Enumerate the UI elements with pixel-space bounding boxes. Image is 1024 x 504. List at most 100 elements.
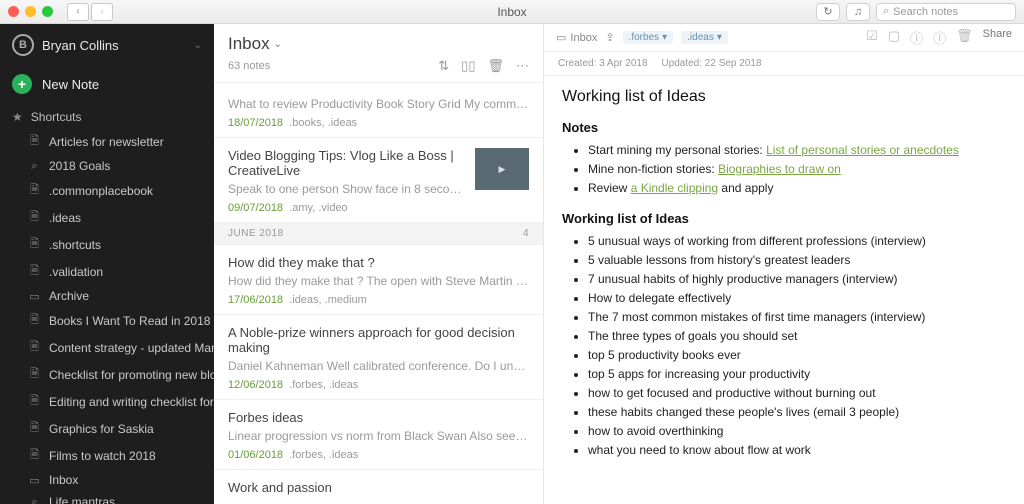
list-item[interactable]: 7 unusual habits of highly productive ma… <box>588 272 1006 286</box>
search-icon: ⌕ <box>883 5 889 18</box>
search-input[interactable]: ⌕ Search notes <box>876 3 1016 21</box>
shortcuts-label: Shortcuts <box>31 110 82 124</box>
list-item[interactable]: 5 valuable lessons from history's greate… <box>588 253 1006 267</box>
account-switcher[interactable]: B Bryan Collins ⌄ <box>0 24 214 66</box>
list-item[interactable]: The three types of goals you should set <box>588 329 1006 343</box>
note-icon: 🗎 <box>28 365 41 384</box>
sidebar-item[interactable]: 🗎Editing and writing checklist for… <box>0 388 214 415</box>
list-item[interactable]: top 5 productivity books ever <box>588 348 1006 362</box>
sidebar-item[interactable]: 🗎 Graphics for Saskia <box>0 415 214 442</box>
sidebar-item[interactable]: ▭Inbox <box>0 469 214 491</box>
updated-date: Updated: 22 Sep 2018 <box>661 58 761 69</box>
sidebar-item[interactable]: 🗎.validation <box>0 258 214 285</box>
note-link[interactable]: List of personal stories or anecdotes <box>766 143 959 157</box>
nav-back-button[interactable]: ‹ <box>67 3 89 21</box>
maximize-window-icon[interactable] <box>42 6 53 17</box>
sync-button[interactable]: ↻ <box>816 3 840 21</box>
chevron-down-icon[interactable]: ⌄ <box>274 39 282 50</box>
list-item[interactable]: Review a Kindle clipping and apply <box>588 181 1006 195</box>
sidebar-item-label: Graphics for Saskia <box>49 422 154 436</box>
sort-button[interactable]: ⇅ <box>438 58 449 74</box>
reminder-icon[interactable]: ☑ <box>866 28 878 47</box>
list-item[interactable]: How to delegate effectively <box>588 291 1006 305</box>
note-count: 63 notes <box>228 60 270 72</box>
note-item-tags: .forbes, .ideas <box>289 449 358 461</box>
note-list-item[interactable]: Work and passion <box>214 470 543 504</box>
more-options-button[interactable]: ⋯ <box>516 58 529 74</box>
present-icon[interactable]: ▢ <box>888 28 900 47</box>
note-list-item[interactable]: A Noble-prize winners approach for good … <box>214 315 543 400</box>
sidebar-item-label: .shortcuts <box>49 238 101 252</box>
note-item-date: 01/06/2018 <box>228 449 283 461</box>
new-note-button[interactable]: + New Note <box>0 66 214 102</box>
note-list-item[interactable]: ▶Video Blogging Tips: Vlog Like a Boss |… <box>214 138 543 223</box>
share-button[interactable]: Share <box>983 28 1012 47</box>
tag-chip[interactable]: .forbes▾ <box>623 31 674 44</box>
sidebar-item-label: Inbox <box>49 473 78 487</box>
list-item[interactable]: how to avoid overthinking <box>588 424 1006 438</box>
sidebar-item[interactable]: 🗎Articles for newsletter <box>0 128 214 155</box>
trash-button[interactable]: 🗑 <box>487 58 504 74</box>
traffic-lights[interactable] <box>8 6 53 17</box>
note-thumbnail: ▶ <box>475 148 529 190</box>
sidebar-item[interactable]: 🗎Films to watch 2018 <box>0 442 214 469</box>
book-icon: ▭ <box>28 290 41 303</box>
notebook-title[interactable]: Inbox <box>228 34 270 54</box>
note-action-icon[interactable]: ⓘ <box>933 28 946 47</box>
list-item[interactable]: top 5 apps for increasing your productiv… <box>588 367 1006 381</box>
tag-chip[interactable]: .ideas▾ <box>681 31 728 44</box>
note-item-snippet: Daniel Kahneman Well calibrated conferen… <box>228 359 529 373</box>
note-item-snippet: Speak to one person Show face in 8 secon… <box>228 182 467 196</box>
list-item[interactable]: The 7 most common mistakes of first time… <box>588 310 1006 324</box>
list-item[interactable]: 5 unusual ways of working from different… <box>588 234 1006 248</box>
note-icon: 🗎 <box>28 446 41 465</box>
note-title[interactable]: Working list of Ideas <box>562 88 1006 106</box>
note-link[interactable]: a Kindle clipping <box>631 181 718 195</box>
activity-button[interactable]: ♫ <box>846 3 870 21</box>
note-link[interactable]: Biographies to draw on <box>718 162 841 176</box>
view-toggle-button[interactable]: ▯▯ <box>461 58 475 74</box>
close-window-icon[interactable] <box>8 6 19 17</box>
note-item-tags: .books, .ideas <box>289 117 357 129</box>
note-icon: 🗎 <box>28 132 41 151</box>
note-item-title: Work and passion <box>228 480 529 495</box>
sidebar-item[interactable]: 🗎Books I Want To Read in 2018 <box>0 307 214 334</box>
list-item[interactable]: Start mining my personal stories: List o… <box>588 143 1006 157</box>
sidebar-item[interactable]: 🗎Checklist for promoting new blo… <box>0 361 214 388</box>
note-list-item[interactable]: What to review Productivity Book Story G… <box>214 82 543 138</box>
sidebar-item[interactable]: ⌕Life mantras <box>0 491 214 504</box>
share-note-icon[interactable]: ⇪ <box>605 31 614 44</box>
note-icon: 🗎 <box>28 208 41 227</box>
sidebar-item[interactable]: 🗎.shortcuts <box>0 231 214 258</box>
created-date: Created: 3 Apr 2018 <box>558 58 648 69</box>
list-item[interactable]: how to get focused and productive withou… <box>588 386 1006 400</box>
note-body[interactable]: Working list of Ideas Notes Start mining… <box>544 76 1024 504</box>
sidebar-item-label: Editing and writing checklist for… <box>49 395 214 409</box>
shortcuts-section-header[interactable]: ★ Shortcuts <box>0 102 214 128</box>
note-list-item[interactable]: How did they make that ?How did they mak… <box>214 245 543 315</box>
delete-note-icon[interactable]: 🗑 <box>956 28 973 47</box>
search-icon: ⌕ <box>28 496 41 504</box>
minimize-window-icon[interactable] <box>25 6 36 17</box>
nav-forward-button[interactable]: › <box>91 3 113 21</box>
list-item[interactable]: what you need to know about flow at work <box>588 443 1006 457</box>
info-icon[interactable]: ⓘ <box>910 28 923 47</box>
list-item[interactable]: Mine non-fiction stories: Biographies to… <box>588 162 1006 176</box>
sidebar-item[interactable]: 🗎.commonplacebook <box>0 177 214 204</box>
note-item-date: 17/06/2018 <box>228 294 283 306</box>
list-item[interactable]: these habits changed these people's live… <box>588 405 1006 419</box>
sidebar-item-label: Books I Want To Read in 2018 <box>49 314 210 328</box>
sidebar-item[interactable]: ▭Archive <box>0 285 214 307</box>
note-list-item[interactable]: Forbes ideasLinear progression vs norm f… <box>214 400 543 470</box>
note-item-snippet: Linear progression vs norm from Black Sw… <box>228 429 529 443</box>
note-item-tags: .amy, .video <box>289 202 348 214</box>
sidebar-item[interactable]: 🗎Content strategy - updated Marc… <box>0 334 214 361</box>
note-item-date: 18/07/2018 <box>228 117 283 129</box>
note-icon: 🗎 <box>28 419 41 438</box>
sidebar-item[interactable]: 🗎.ideas <box>0 204 214 231</box>
sidebar-item-label: Content strategy - updated Marc… <box>49 341 214 355</box>
sidebar: B Bryan Collins ⌄ + New Note ★ Shortcuts… <box>0 24 214 504</box>
section-heading: Working list of Ideas <box>562 211 1006 226</box>
breadcrumb[interactable]: ▭ Inbox <box>556 31 597 44</box>
sidebar-item[interactable]: ⌕2018 Goals <box>0 155 214 177</box>
